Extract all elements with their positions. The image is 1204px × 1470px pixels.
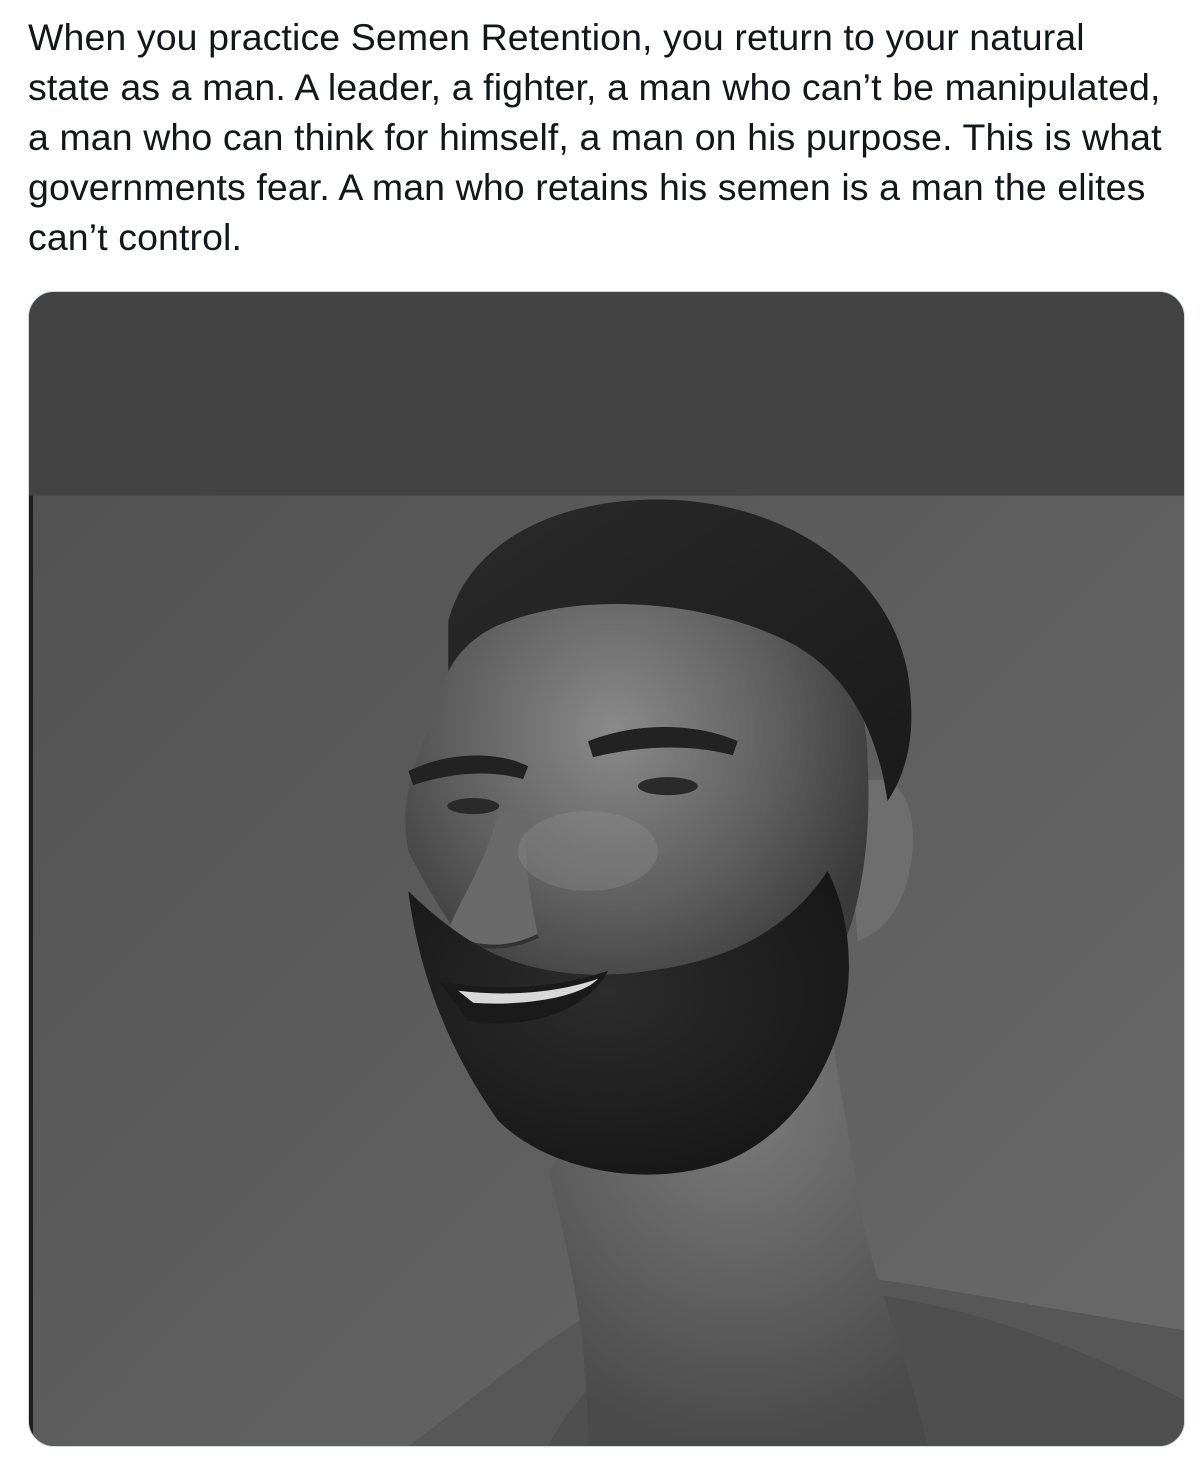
tweet-text-line: When you practice Semen Retention, you r…: [28, 16, 1085, 58]
tweet-media-photo[interactable]: [28, 291, 1185, 1447]
tweet-text-line: can’t control.: [28, 216, 243, 258]
tweet: When you practice Semen Retention, you r…: [0, 0, 1204, 1470]
tweet-text-line: state as a man. A leader, a fighter, a m…: [28, 66, 1161, 108]
portrait-photo: [29, 292, 1184, 1446]
tweet-text-line: governments fear. A man who retains his …: [28, 166, 1146, 208]
tweet-text-line: a man who can think for himself, a man o…: [28, 116, 1162, 158]
tweet-text: When you practice Semen Retention, you r…: [28, 12, 1188, 262]
